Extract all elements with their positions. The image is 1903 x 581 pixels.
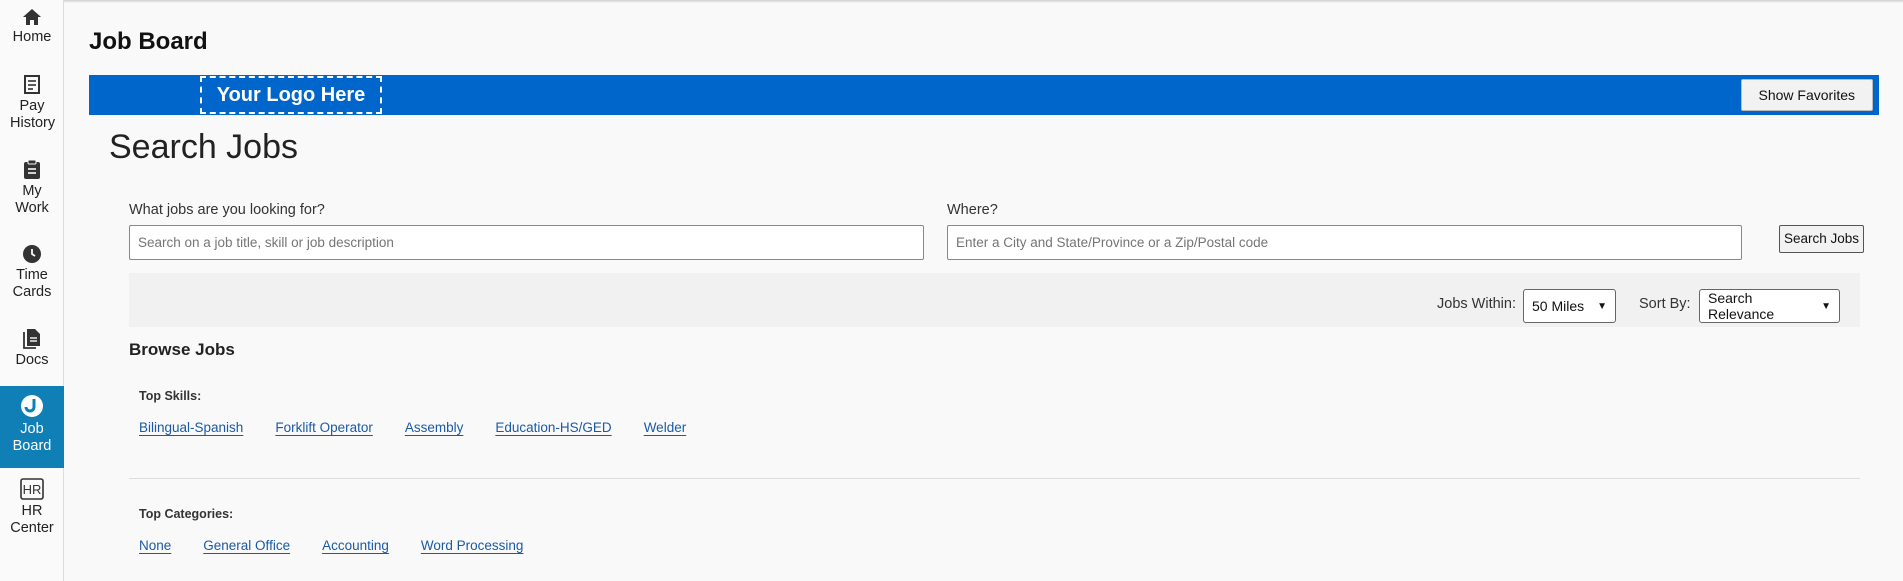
top-skills-heading: Top Skills:	[139, 389, 202, 403]
clock-icon	[23, 245, 41, 263]
document-icon	[23, 329, 40, 349]
nav-label-docs: Docs	[15, 352, 49, 368]
skill-link[interactable]: Welder	[644, 420, 687, 435]
skill-link[interactable]: Bilingual-Spanish	[139, 420, 243, 435]
nav-item-time-cards[interactable]: Time Cards	[0, 244, 64, 308]
skill-link[interactable]: Forklift Operator	[275, 420, 373, 435]
browse-jobs-heading: Browse Jobs	[129, 340, 235, 359]
sort-by-select[interactable]: Search Relevance ▼	[1699, 289, 1840, 323]
skill-link[interactable]: Education-HS/GED	[495, 420, 611, 435]
home-icon	[23, 9, 41, 25]
sidebar-nav: Home Pay History My Work Time Cards Docs…	[0, 0, 64, 581]
where-label: Where?	[947, 202, 998, 218]
top-categories-heading: Top Categories:	[139, 507, 234, 521]
what-jobs-label: What jobs are you looking for?	[129, 202, 325, 218]
search-jobs-button[interactable]: Search Jobs	[1779, 225, 1865, 253]
job-board-icon	[21, 395, 43, 417]
jobs-within-select[interactable]: 50 Miles ▼	[1523, 289, 1616, 323]
nav-label-time-cards: Time Cards	[12, 267, 52, 300]
jobs-within-label: Jobs Within:	[1437, 296, 1516, 312]
nav-item-docs[interactable]: Docs	[0, 328, 64, 376]
company-banner: Your Logo Here Show Favorites	[89, 75, 1879, 115]
top-skills-list: Bilingual-Spanish Forklift Operator Asse…	[139, 420, 686, 435]
jobs-within-value: 50 Miles	[1532, 298, 1585, 314]
receipt-icon	[24, 75, 40, 94]
sort-by-value: Search Relevance	[1708, 290, 1775, 322]
section-divider	[129, 478, 1860, 479]
main-content: Job Board Your Logo Here Show Favorites …	[65, 0, 1903, 581]
nav-item-my-work[interactable]: My Work	[0, 159, 64, 223]
category-link[interactable]: Word Processing	[421, 538, 524, 553]
nav-label-my-work: My Work	[15, 183, 49, 216]
company-logo: Your Logo Here	[200, 76, 382, 114]
nav-label-hr-center: HR Center	[10, 503, 54, 536]
top-categories-list: None General Office Accounting Word Proc…	[139, 538, 523, 553]
nav-item-hr-center[interactable]: HR HR Center	[0, 478, 64, 542]
clipboard-icon	[24, 159, 40, 179]
nav-label-pay-history: Pay History	[10, 98, 56, 131]
search-jobs-title: Search Jobs	[109, 128, 298, 166]
show-favorites-button[interactable]: Show Favorites	[1740, 79, 1873, 111]
hr-icon: HR	[20, 478, 44, 500]
category-link[interactable]: General Office	[203, 538, 290, 553]
svg-text:HR: HR	[23, 482, 42, 497]
chevron-down-icon: ▼	[1597, 300, 1607, 312]
chevron-down-icon: ▼	[1821, 300, 1831, 312]
sort-by-label: Sort By:	[1639, 296, 1691, 312]
nav-label-home: Home	[12, 29, 52, 45]
category-link[interactable]: None	[139, 538, 171, 553]
nav-label-job-board: Job Board	[12, 421, 52, 454]
job-keyword-input[interactable]	[129, 225, 924, 260]
skill-link[interactable]: Assembly	[405, 420, 464, 435]
location-input[interactable]	[947, 225, 1742, 260]
category-link[interactable]: Accounting	[322, 538, 389, 553]
page-title: Job Board	[89, 28, 208, 55]
nav-item-pay-history[interactable]: Pay History	[0, 75, 64, 139]
nav-item-job-board[interactable]: Job Board	[0, 386, 64, 468]
nav-item-home[interactable]: Home	[0, 8, 64, 56]
